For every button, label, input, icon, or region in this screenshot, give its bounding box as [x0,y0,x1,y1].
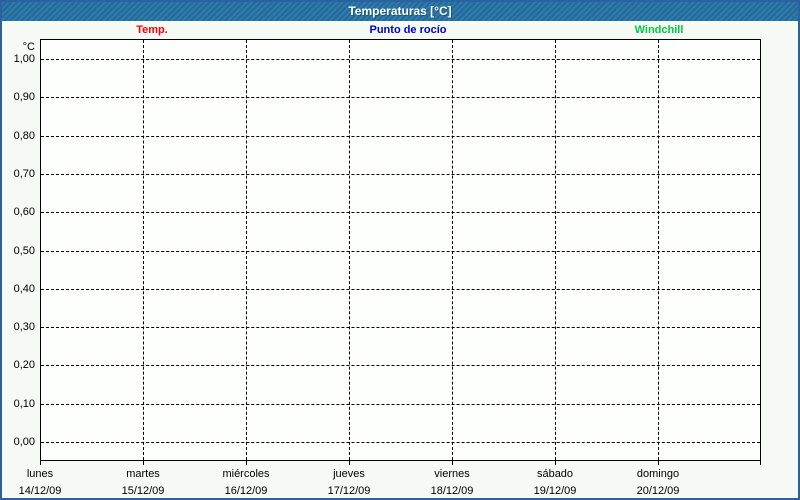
x-date-label: 18/12/09 [430,485,474,497]
v-gridline [555,40,556,460]
x-axis-tick [658,461,659,465]
x-date-label: 19/12/09 [533,485,577,497]
y-tick-label: 0,80 [13,130,35,142]
y-tick-label: 0,00 [13,436,35,448]
x-day-label: miércoles [222,468,270,480]
chart-window: Temperaturas [°C] Temp. Punto de rocío W… [0,0,800,500]
y-tick-label: 0,40 [13,283,35,295]
h-gridline [41,442,760,443]
x-day-label: viernes [434,468,470,480]
h-gridline [41,212,760,213]
x-day-label: martes [126,468,160,480]
h-gridline [41,251,760,252]
h-gridline [41,289,760,290]
h-gridline [41,404,760,405]
x-axis-tick [452,461,453,465]
v-gridline [452,40,453,460]
y-tick-label: 0,90 [13,91,35,103]
plot-area [40,39,761,461]
x-date-label: 17/12/09 [327,485,371,497]
y-tick-label: 0,30 [13,321,35,333]
h-gridline [41,97,760,98]
legend-item-dew-point: Punto de rocío [369,24,447,36]
h-gridline [41,136,760,137]
y-tick-label: 0,70 [13,168,35,180]
x-date-label: 20/12/09 [636,485,680,497]
y-tick-label: 0,60 [13,206,35,218]
x-axis-tick [555,461,556,465]
h-gridline [41,59,760,60]
x-axis-tick [143,461,144,465]
h-gridline [41,327,760,328]
legend-item-temp: Temp. [136,24,168,36]
x-date-label: 14/12/09 [18,485,62,497]
h-gridline [41,365,760,366]
y-tick-label: 0,10 [13,398,35,410]
x-date-label: 16/12/09 [224,485,268,497]
x-date-label: 15/12/09 [121,485,165,497]
v-gridline [246,40,247,460]
x-axis-tick [246,461,247,465]
x-day-label: jueves [333,468,365,480]
x-day-label: lunes [26,468,54,480]
x-day-label: domingo [636,468,680,480]
h-gridline [41,174,760,175]
y-tick-label: 0,50 [13,245,35,257]
v-gridline [349,40,350,460]
y-tick-label: 0,20 [13,359,35,371]
chart-title: Temperaturas [°C] [348,4,452,18]
x-axis-tick [760,461,761,465]
v-gridline [143,40,144,460]
legend-item-windchill: Windchill [634,24,684,36]
x-axis-tick [349,461,350,465]
y-tick-label: 1,00 [13,53,35,65]
y-axis-unit-label: °C [22,41,35,53]
v-gridline [658,40,659,460]
x-axis-tick [40,461,41,465]
chart-title-bar: Temperaturas [°C] [2,2,798,21]
x-day-label: sábado [536,468,574,480]
